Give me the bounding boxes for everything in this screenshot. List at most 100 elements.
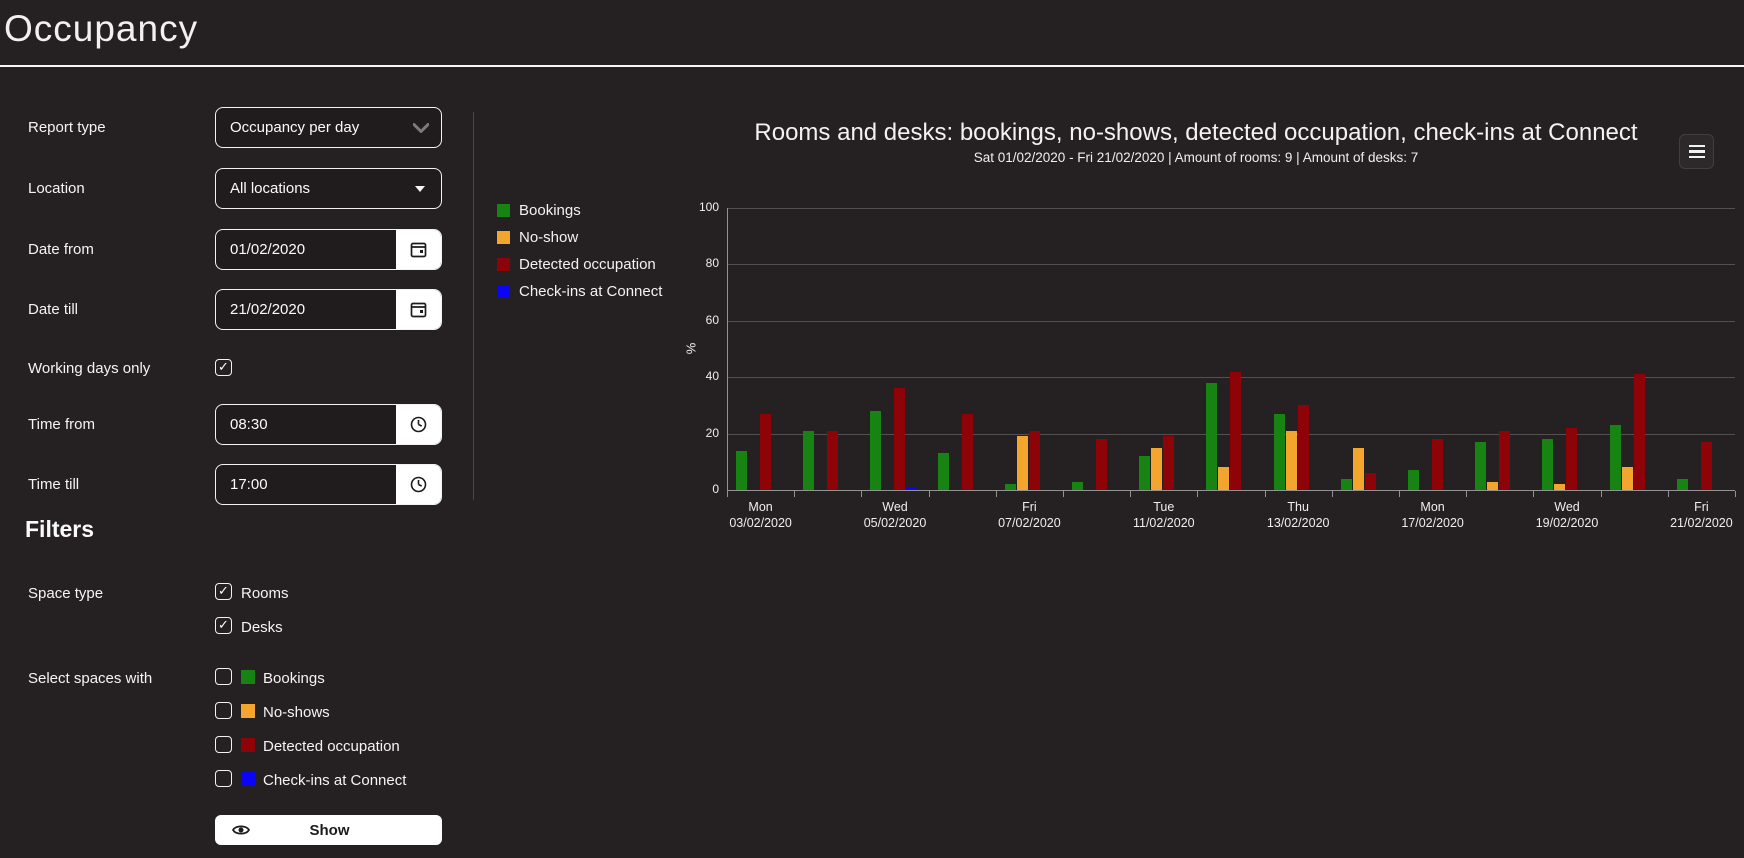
x-axis-tick <box>1399 491 1400 497</box>
bar-detected-occupation <box>1230 371 1242 490</box>
x-axis-tick <box>995 491 997 497</box>
legend-item-bookings[interactable]: Bookings <box>497 201 581 219</box>
time-till-input[interactable]: 17:00 <box>215 464 442 505</box>
x-axis-tick <box>1667 491 1669 497</box>
bar-bookings <box>1542 439 1554 490</box>
select-spaces-label: Select spaces with <box>28 670 153 687</box>
chart-subtitle: Sat 01/02/2020 - Fri 21/02/2020 | Amount… <box>973 150 1419 165</box>
clock-icon <box>410 476 427 493</box>
x-axis-tick <box>1533 491 1535 497</box>
x-axis-tick <box>1735 491 1736 497</box>
report-type-select[interactable]: Occupancy per day <box>215 107 442 148</box>
bar-no-show <box>1151 447 1163 490</box>
x-axis-tick <box>861 491 863 497</box>
date-from-calendar-button[interactable] <box>396 230 441 269</box>
date-from-row: Date from 01/02/2020 <box>0 229 460 270</box>
time-from-row: Time from 08:30 <box>0 404 460 445</box>
report-type-value: Occupancy per day <box>230 119 360 136</box>
location-label: Location <box>28 180 85 197</box>
legend-label-noshow: No-show <box>519 228 579 246</box>
space-type-desks-checkbox[interactable]: ✓ <box>215 617 232 634</box>
filter-bookings-checkbox[interactable] <box>215 668 232 685</box>
legend-label-bookings: Bookings <box>519 201 581 219</box>
eye-icon <box>231 821 251 839</box>
filter-checkins-checkbox[interactable] <box>215 770 232 787</box>
bar-detected-occupation <box>1700 442 1712 490</box>
calendar-icon <box>410 242 427 258</box>
x-axis-label: Tue 11/02/2020 <box>1132 500 1195 530</box>
gridline <box>727 264 1735 266</box>
bar-no-show <box>1554 484 1566 490</box>
x-axis-tick <box>928 491 930 497</box>
show-button[interactable]: Show <box>215 815 442 845</box>
bar-detected-occupation <box>894 388 906 490</box>
bar-detected-occupation <box>1566 427 1578 490</box>
time-till-row: Time till 17:00 <box>0 464 460 505</box>
caret-down-icon <box>415 185 425 192</box>
show-button-label: Show <box>309 821 350 839</box>
legend-swatch-checkins <box>497 284 510 298</box>
bar-no-show <box>1487 481 1499 490</box>
x-axis-label: Fri 21/02/2020 <box>1670 500 1733 530</box>
time-till-value: 17:00 <box>230 476 268 493</box>
bar-bookings <box>1273 413 1285 490</box>
y-axis-title: % <box>683 342 699 355</box>
bar-no-show <box>1285 430 1297 490</box>
time-till-label: Time till <box>28 476 80 493</box>
x-axis-tick <box>1331 491 1333 497</box>
date-from-input[interactable]: 01/02/2020 <box>215 229 442 270</box>
header-divider <box>0 65 1744 67</box>
bookings-color-swatch <box>241 670 255 684</box>
legend-label-detected: Detected occupation <box>519 255 656 273</box>
legend-item-detected[interactable]: Detected occupation <box>497 255 656 273</box>
calendar-icon <box>410 302 427 318</box>
legend-swatch-detected <box>497 257 510 271</box>
clock-icon <box>410 416 427 433</box>
x-axis-label: Wed 05/02/2020 <box>863 500 927 530</box>
legend-swatch-bookings <box>497 203 510 217</box>
x-axis-tick <box>1264 491 1266 497</box>
space-type-rooms-checkbox[interactable]: ✓ <box>215 583 232 600</box>
time-till-clock-button[interactable] <box>396 465 441 504</box>
time-from-clock-button[interactable] <box>396 405 441 444</box>
chart-context-menu-button[interactable] <box>1679 134 1714 169</box>
date-till-label: Date till <box>28 301 79 318</box>
x-axis-label: Wed 19/02/2020 <box>1535 500 1599 530</box>
x-axis-tick <box>1063 491 1064 497</box>
y-axis-tick-label: 100 <box>698 200 719 214</box>
x-axis-tick <box>1130 491 1132 497</box>
bar-bookings <box>736 450 747 490</box>
space-type-rooms-label: Rooms <box>241 585 289 602</box>
chevron-down-icon <box>413 122 429 133</box>
x-axis-label: Mon 03/02/2020 <box>729 500 792 530</box>
bar-detected-occupation <box>827 430 839 490</box>
bar-no-show <box>1218 467 1230 490</box>
filter-noshows-checkbox[interactable] <box>215 702 232 719</box>
filter-detected-checkbox[interactable] <box>215 736 232 753</box>
working-days-checkbox[interactable]: ✓ <box>215 359 232 376</box>
date-from-label: Date from <box>28 241 94 258</box>
space-type-desks-label: Desks <box>241 619 283 636</box>
bar-detected-occupation <box>760 413 771 490</box>
legend-swatch-noshow <box>497 230 510 244</box>
x-axis-tick <box>727 491 728 497</box>
legend-item-noshow[interactable]: No-show <box>497 228 579 246</box>
bar-bookings <box>1340 478 1352 490</box>
location-select[interactable]: All locations <box>215 168 442 209</box>
bar-bookings <box>803 430 815 490</box>
bar-bookings <box>870 411 882 490</box>
filters-heading: Filters <box>25 516 95 542</box>
bar-check-ins-at-connect <box>906 487 918 490</box>
bar-detected-occupation <box>961 413 973 490</box>
report-type-row: Report type Occupancy per day <box>0 107 460 148</box>
legend-item-checkins[interactable]: Check-ins at Connect <box>497 282 663 300</box>
time-from-input[interactable]: 08:30 <box>215 404 442 445</box>
report-type-label: Report type <box>28 119 106 136</box>
bar-bookings <box>1475 442 1487 490</box>
noshows-color-swatch <box>241 704 255 718</box>
bar-detected-occupation <box>1432 439 1443 490</box>
y-axis-tick-label: 60 <box>705 312 719 327</box>
date-till-input[interactable]: 21/02/2020 <box>215 289 442 330</box>
date-till-calendar-button[interactable] <box>396 290 441 329</box>
legend-label-checkins: Check-ins at Connect <box>519 282 663 300</box>
